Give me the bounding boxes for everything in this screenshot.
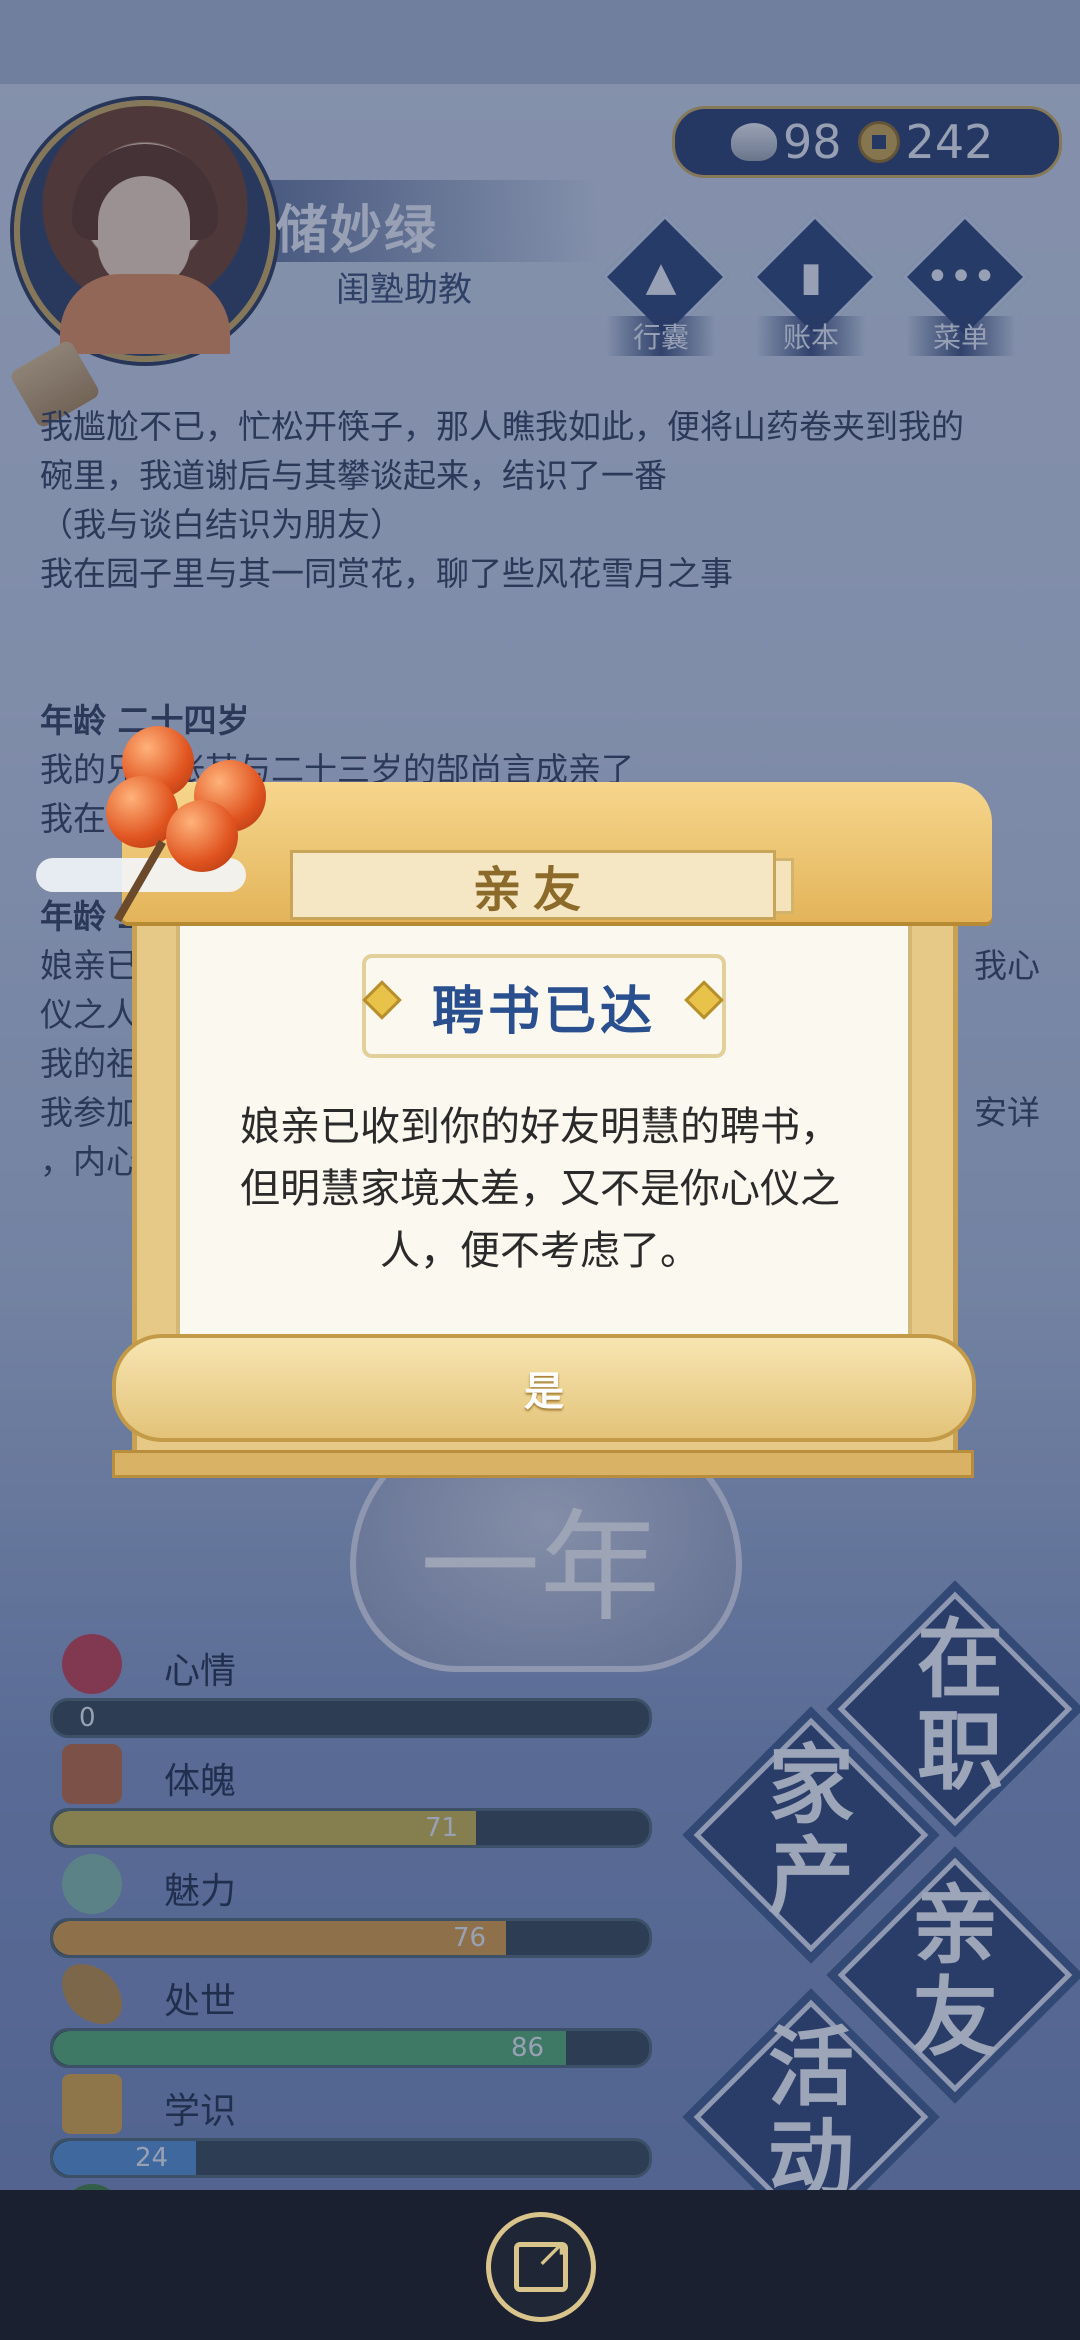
dialog-message: 娘亲已收到你的好友明慧的聘书， 但明慧家境太差，又不是你心仪之 人，便不考虑了。	[196, 1096, 884, 1282]
share-button[interactable]: ↗	[486, 2212, 596, 2322]
dialog-header: 亲友	[290, 850, 776, 920]
dialog-base	[112, 1450, 974, 1478]
dialog-title: 聘书已达	[431, 981, 656, 1042]
dialog-message-line: 娘亲已收到你的好友明慧的聘书，	[240, 1104, 840, 1150]
confirm-button[interactable]: 是	[112, 1334, 976, 1442]
candied-haws-icon	[96, 726, 276, 922]
share-icon: ↗	[514, 2233, 569, 2292]
dialog-message-line: 但明慧家境太差，又不是你心仪之	[240, 1166, 840, 1212]
confirm-label: 是	[524, 1369, 564, 1415]
dialog-title-box: 聘书已达	[362, 954, 726, 1058]
dialog-message-line: 人，便不考虑了。	[380, 1228, 700, 1274]
dialog-header-label: 亲友	[472, 862, 593, 918]
